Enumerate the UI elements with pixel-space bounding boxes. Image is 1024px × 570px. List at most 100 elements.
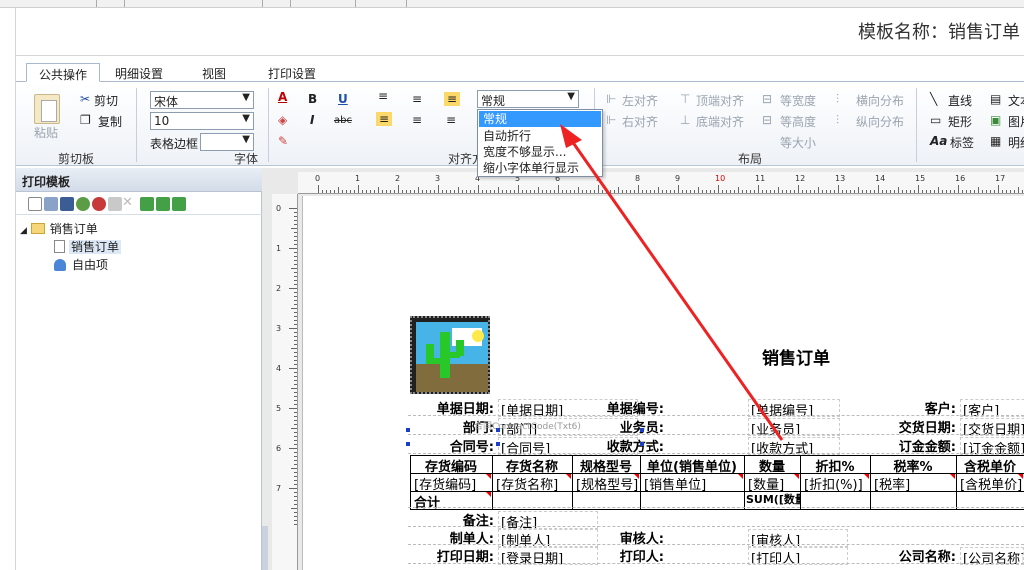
- selection-handle[interactable]: [640, 442, 644, 446]
- cut-button[interactable]: 剪切: [94, 92, 118, 109]
- report-title[interactable]: 销售订单: [762, 344, 830, 369]
- paste-button[interactable]: 粘贴: [34, 124, 58, 141]
- detail-cell[interactable]: [规格型号]: [576, 474, 638, 493]
- copy-icon[interactable]: ❐: [80, 113, 91, 127]
- scissors-icon[interactable]: ✂: [80, 92, 90, 106]
- column-header[interactable]: 存货名称: [492, 456, 572, 475]
- label-icon[interactable]: Aa: [930, 134, 947, 148]
- same-size-button[interactable]: 等大小: [780, 134, 816, 151]
- arrow-up-icon[interactable]: [140, 197, 154, 211]
- selection-handle[interactable]: [640, 428, 644, 432]
- column-header[interactable]: 规格型号: [572, 456, 640, 475]
- align-top-layout-button[interactable]: 顶端对齐: [696, 92, 744, 109]
- column-header[interactable]: 单位(销售单位): [640, 456, 744, 475]
- same-height-button[interactable]: 等高度: [780, 113, 816, 130]
- text-icon[interactable]: ▤: [990, 92, 1001, 106]
- detail-button[interactable]: 明细: [1008, 134, 1024, 151]
- ruler-tick: [870, 190, 871, 193]
- ruler-tick: [294, 424, 297, 425]
- align-middle-icon[interactable]: ≡: [412, 92, 422, 106]
- align-left-layout-button[interactable]: 左对齐: [622, 92, 658, 109]
- tree-root-sales-order[interactable]: ◢ 销售订单: [20, 220, 100, 237]
- ruler-tick: [834, 190, 835, 193]
- ruler-tick: [294, 380, 297, 381]
- check-icon[interactable]: [76, 197, 90, 211]
- wrap-option-normal[interactable]: 常规: [479, 111, 601, 127]
- selection-handle[interactable]: [406, 442, 410, 446]
- detail-cell[interactable]: [折扣(%)]: [804, 474, 868, 493]
- same-width-button[interactable]: 等宽度: [780, 92, 816, 109]
- image-button[interactable]: 图片: [1008, 113, 1024, 130]
- font-size-select[interactable]: 10 ▼: [150, 112, 254, 130]
- collapse-icon[interactable]: ◢: [20, 226, 27, 236]
- align-center-icon[interactable]: ≡: [412, 113, 422, 127]
- image-icon[interactable]: ▣: [990, 113, 1001, 127]
- wrap-option-overflow[interactable]: 宽度不够显示...: [479, 144, 601, 160]
- horizontal-distribute-button[interactable]: 横向分布: [856, 92, 904, 109]
- arrow-down-icon[interactable]: [172, 197, 186, 211]
- tab-view[interactable]: 视图: [194, 63, 234, 82]
- selection-handle[interactable]: [406, 428, 410, 432]
- save-icon[interactable]: [44, 197, 58, 211]
- copy-button[interactable]: 复制: [98, 113, 122, 130]
- close-icon[interactable]: ✕: [122, 196, 136, 211]
- font-color-icon[interactable]: A: [278, 90, 287, 104]
- logo-image[interactable]: [410, 316, 490, 394]
- align-bottom-layout-button[interactable]: 底端对齐: [696, 113, 744, 130]
- total-sum-quantity[interactable]: SUM([数量]): [746, 491, 800, 507]
- align-right-icon[interactable]: ≡: [446, 113, 456, 127]
- detail-cell[interactable]: [存货编码]: [414, 474, 490, 493]
- vertical-scrollbar[interactable]: [262, 526, 268, 570]
- paste-icon[interactable]: [34, 94, 60, 124]
- strikethrough-icon[interactable]: abc: [334, 114, 352, 128]
- edit-icon[interactable]: [108, 197, 122, 211]
- line-button[interactable]: 直线: [948, 92, 972, 109]
- column-header[interactable]: 折扣%: [800, 456, 870, 475]
- selection-handle[interactable]: [496, 442, 500, 446]
- ruler-tick: [994, 190, 995, 193]
- column-header[interactable]: 存货编码: [410, 456, 492, 475]
- italic-icon[interactable]: I: [310, 113, 314, 127]
- text-button[interactable]: 文本: [1008, 92, 1024, 109]
- column-header[interactable]: 含税单价: [956, 456, 1024, 475]
- detail-icon[interactable]: ▦: [990, 134, 1001, 148]
- detail-cell[interactable]: [含税单价]: [960, 474, 1022, 493]
- detail-cell[interactable]: [税率]: [874, 474, 954, 493]
- wrap-option-auto-wrap[interactable]: 自动折行: [479, 128, 601, 144]
- table-border-select[interactable]: ▼: [200, 133, 254, 151]
- vertical-distribute-button[interactable]: 纵向分布: [856, 113, 904, 130]
- detail-cell[interactable]: [销售单位]: [644, 474, 742, 493]
- tab-print-settings[interactable]: 打印设置: [260, 63, 324, 82]
- label-button[interactable]: 标签: [950, 134, 974, 151]
- new-icon[interactable]: [28, 197, 42, 211]
- tree-item-sales-order[interactable]: 销售订单: [54, 238, 122, 255]
- delete-icon[interactable]: [92, 197, 106, 211]
- align-right-layout-button[interactable]: 右对齐: [622, 113, 658, 130]
- tab-public-operations[interactable]: 公共操作: [26, 63, 100, 82]
- save-as-icon[interactable]: [60, 197, 74, 211]
- column-header[interactable]: 税率%: [870, 456, 956, 475]
- tab-detail-settings[interactable]: 明细设置: [108, 63, 170, 82]
- rectangle-icon[interactable]: ▭: [930, 113, 941, 127]
- arrow-right-icon[interactable]: [156, 197, 170, 211]
- wrap-option-shrink[interactable]: 缩小字体单行显示: [479, 160, 601, 176]
- rectangle-button[interactable]: 矩形: [948, 113, 972, 130]
- wrap-mode-select[interactable]: 常规 ▼: [477, 90, 579, 108]
- ruler-tick: [322, 190, 323, 193]
- underline-icon[interactable]: U: [338, 92, 348, 106]
- detail-cell[interactable]: [存货名称]: [496, 474, 570, 493]
- ruler-tick: [786, 190, 787, 193]
- align-left-icon[interactable]: ≡: [376, 112, 392, 126]
- fill-color-icon[interactable]: ◈: [278, 113, 287, 127]
- pen-icon[interactable]: ✎: [278, 134, 288, 148]
- line-icon[interactable]: ╲: [930, 92, 937, 106]
- tree-item-free-items[interactable]: 自由项: [54, 256, 110, 273]
- font-name-select[interactable]: 宋体 ▼: [150, 91, 254, 109]
- bold-icon[interactable]: B: [308, 92, 317, 106]
- ruler-tick: [294, 512, 297, 513]
- selection-handle[interactable]: [496, 428, 500, 432]
- align-top-icon[interactable]: ≡: [378, 89, 388, 103]
- window-left-edge: [0, 8, 16, 570]
- column-header[interactable]: 数量: [744, 456, 800, 475]
- align-bottom-icon[interactable]: ≡: [444, 92, 460, 106]
